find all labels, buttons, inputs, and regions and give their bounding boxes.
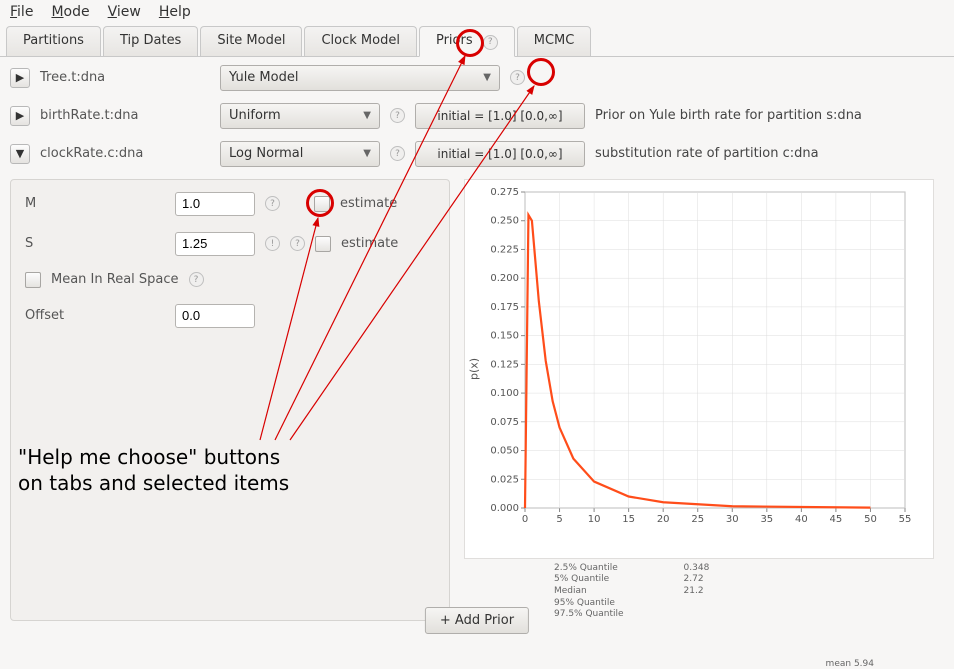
svg-text:0.075: 0.075 — [490, 416, 519, 427]
svg-text:0.100: 0.100 — [490, 388, 519, 399]
svg-text:0.150: 0.150 — [490, 330, 519, 341]
chart-mean: mean 5.94 — [826, 659, 874, 669]
help-icon[interactable]: ? — [390, 146, 405, 161]
chevron-down-icon: ▼ — [363, 148, 371, 159]
prior-description: Prior on Yule birth rate for partition s… — [595, 108, 862, 123]
prior-description: substitution rate of partition c:dna — [595, 146, 819, 161]
svg-text:10: 10 — [588, 514, 601, 525]
help-icon[interactable]: ? — [290, 236, 305, 251]
svg-text:0.225: 0.225 — [490, 244, 519, 255]
param-label: clockRate.c:dna — [40, 146, 210, 161]
tab-priors[interactable]: Priors ? — [419, 26, 515, 57]
m-input[interactable] — [175, 192, 255, 216]
tab-tip-dates[interactable]: Tip Dates — [103, 26, 198, 56]
svg-text:30: 30 — [726, 514, 739, 525]
add-prior-button[interactable]: + Add Prior — [425, 607, 529, 634]
param-panel: M ? estimate S ! ? estimate Mean In Real… — [10, 179, 450, 621]
birthrate-dist-dropdown[interactable]: Uniform▼ — [220, 103, 380, 129]
collapse-icon[interactable]: ▼ — [10, 144, 30, 164]
density-chart: p(x) 0 5 10 15 20 25 30 35 40 45 50 55 0.000 0.025 0.0… — [464, 179, 934, 559]
tree-model-dropdown[interactable]: Yule Model▼ — [220, 65, 500, 91]
svg-text:20: 20 — [657, 514, 670, 525]
mean-real-row: Mean In Real Space ? — [25, 272, 435, 288]
s-label: S — [25, 236, 165, 251]
mean-real-checkbox[interactable] — [25, 272, 41, 288]
svg-text:0.125: 0.125 — [490, 359, 519, 370]
svg-text:0.000: 0.000 — [490, 503, 519, 514]
menu-view[interactable]: View — [108, 4, 141, 20]
mean-real-label: Mean In Real Space — [51, 272, 179, 287]
svg-text:55: 55 — [899, 514, 912, 525]
tabbar: Partitions Tip Dates Site Model Clock Mo… — [0, 26, 954, 57]
svg-text:25: 25 — [691, 514, 704, 525]
svg-text:0.200: 0.200 — [490, 273, 519, 284]
svg-text:40: 40 — [795, 514, 808, 525]
tab-site-model[interactable]: Site Model — [200, 26, 302, 56]
svg-text:0.050: 0.050 — [490, 445, 519, 456]
chevron-down-icon: ▼ — [483, 72, 491, 83]
help-icon[interactable]: ? — [510, 70, 525, 85]
annotation-text: "Help me choose" buttons on tabs and sel… — [18, 444, 289, 496]
svg-text:35: 35 — [760, 514, 773, 525]
estimate-label: estimate — [341, 236, 398, 251]
help-icon[interactable]: ? — [483, 35, 498, 50]
param-m-row: M ? estimate — [25, 192, 435, 216]
help-icon[interactable]: ? — [189, 272, 204, 287]
expand-icon[interactable]: ▶ — [10, 106, 30, 126]
chart-stats: 2.5% Quantile 5% Quantile Median 95% Qua… — [554, 563, 944, 621]
expand-icon[interactable]: ▶ — [10, 68, 30, 88]
menu-mode[interactable]: Mode — [51, 4, 89, 20]
clockrate-dist-dropdown[interactable]: Log Normal▼ — [220, 141, 380, 167]
offset-input[interactable] — [175, 304, 255, 328]
svg-text:0.175: 0.175 — [490, 301, 519, 312]
prior-row-clockrate: ▼ clockRate.c:dna Log Normal▼ ? initial … — [10, 141, 944, 167]
content: ▶ Tree.t:dna Yule Model▼ ? ▶ birthRate.t… — [0, 57, 954, 629]
svg-text:0.025: 0.025 — [490, 474, 519, 485]
svg-text:0.250: 0.250 — [490, 215, 519, 226]
m-estimate-checkbox[interactable] — [314, 196, 330, 212]
svg-text:0.275: 0.275 — [490, 187, 519, 198]
m-label: M — [25, 196, 165, 211]
svg-text:15: 15 — [622, 514, 635, 525]
param-s-row: S ! ? estimate — [25, 232, 435, 256]
svg-text:0: 0 — [522, 514, 528, 525]
tab-partitions[interactable]: Partitions — [6, 26, 101, 56]
offset-row: Offset — [25, 304, 435, 328]
help-icon[interactable]: ? — [390, 108, 405, 123]
menu-file[interactable]: File — [10, 4, 33, 20]
chart-container: p(x) 0 5 10 15 20 25 30 35 40 45 50 55 0.000 0.025 0.0… — [464, 179, 944, 621]
initial-button[interactable]: initial = [1.0] [0.0,∞] — [415, 141, 585, 167]
prior-detail-panel: M ? estimate S ! ? estimate Mean In Real… — [10, 179, 944, 621]
s-estimate-checkbox[interactable] — [315, 236, 331, 252]
chevron-down-icon: ▼ — [363, 110, 371, 121]
tab-mcmc[interactable]: MCMC — [517, 26, 592, 56]
tab-clock-model[interactable]: Clock Model — [304, 26, 416, 56]
initial-button[interactable]: initial = [1.0] [0.0,∞] — [415, 103, 585, 129]
prior-row-tree: ▶ Tree.t:dna Yule Model▼ ? — [10, 65, 944, 91]
help-icon[interactable]: ? — [265, 196, 280, 211]
svg-text:5: 5 — [556, 514, 562, 525]
param-label: birthRate.t:dna — [40, 108, 210, 123]
help-icon[interactable]: ! — [265, 236, 280, 251]
param-label: Tree.t:dna — [40, 70, 210, 85]
prior-row-birthrate: ▶ birthRate.t:dna Uniform▼ ? initial = [… — [10, 103, 944, 129]
svg-text:45: 45 — [830, 514, 843, 525]
estimate-label: estimate — [340, 196, 397, 211]
menu-help[interactable]: Help — [159, 4, 191, 20]
y-axis-label: p(x) — [468, 357, 481, 379]
menubar: File Mode View Help — [0, 0, 954, 26]
s-input[interactable] — [175, 232, 255, 256]
offset-label: Offset — [25, 308, 165, 323]
chart-svg: 0 5 10 15 20 25 30 35 40 45 50 55 0.000 0.025 0.050 0.0… — [485, 186, 925, 546]
svg-text:50: 50 — [864, 514, 877, 525]
